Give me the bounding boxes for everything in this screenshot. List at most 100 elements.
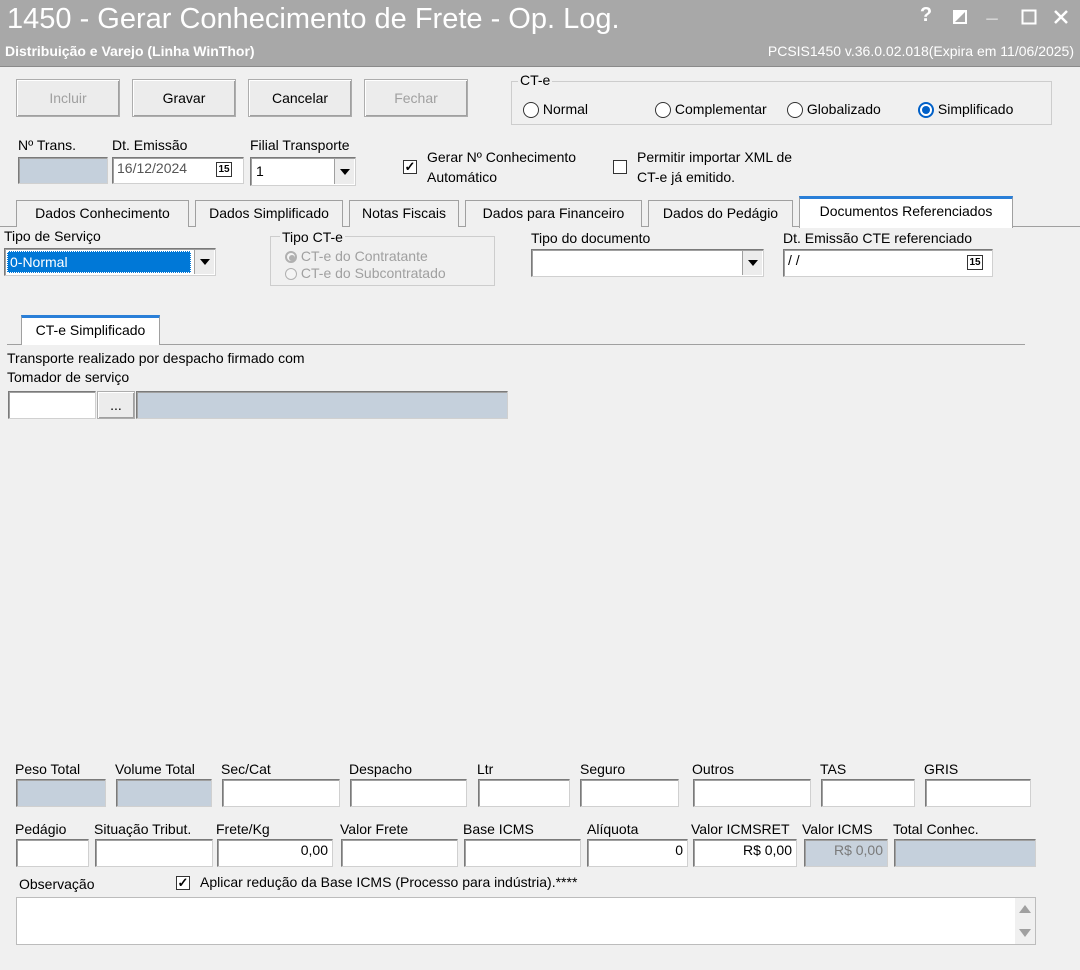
calendar-icon[interactable]: 15 [967,255,983,270]
fechar-button[interactable]: Fechar [364,79,468,117]
peso-total-field[interactable] [16,779,106,807]
radio-complementar[interactable]: Complementar [655,101,767,119]
valor-frete-label: Valor Frete [340,821,409,837]
tab-dados-financeiro[interactable]: Dados para Financeiro [465,200,642,227]
total-conhec-label: Total Conhec. [893,821,979,837]
restore-icon[interactable] [949,8,971,31]
radio-simplificado[interactable]: Simplificado [918,101,1013,119]
observacao-scrollbar[interactable] [1015,898,1035,944]
ltr-label: Ltr [477,761,494,777]
tomador-code-field[interactable] [8,391,96,419]
frete-kg-field[interactable]: 0,00 [217,839,333,867]
help-button[interactable]: ? [915,4,937,27]
radio-icon [655,102,671,119]
valor-frete-field[interactable] [341,839,458,867]
gris-field[interactable] [925,779,1031,807]
tipo-documento-label: Tipo do documento [531,230,651,246]
tas-label: TAS [820,761,847,777]
radio-icon [285,268,297,281]
pedagio-field[interactable] [16,839,89,867]
scroll-up-icon[interactable] [1019,905,1031,913]
tas-field[interactable] [821,779,915,807]
chevron-down-icon[interactable] [742,251,762,275]
tipo-documento-combo[interactable] [531,249,764,277]
tab-dados-conhecimento[interactable]: Dados Conhecimento [16,200,189,227]
observacao-label: Observação [19,876,95,892]
filial-value: 1 [256,163,264,179]
incluir-button[interactable]: Incluir [16,79,120,117]
permitir-label-1: Permitir importar XML de [637,149,793,165]
scroll-down-icon[interactable] [1019,929,1031,937]
aliquota-label: Alíquota [587,821,639,837]
window-subtitle: Distribuição e Varejo (Linha WinThor) [5,43,255,59]
observacao-field[interactable] [16,897,1036,945]
filial-label: Filial Transporte [250,137,350,153]
radio-globalizado[interactable]: Globalizado [787,101,881,119]
radio-icon [523,102,539,119]
volume-total-field[interactable] [116,779,212,807]
radio-selected-icon [285,251,297,264]
permitir-checkbox[interactable] [613,160,627,174]
maximize-icon[interactable] [1018,8,1040,31]
aliquota-field[interactable]: 0 [587,839,688,867]
radio-cte-subcontratado[interactable]: CT-e do Subcontratado [285,265,446,281]
situacao-tribut-label: Situação Tribut. [94,821,192,837]
frete-kg-label: Frete/Kg [216,821,270,837]
situacao-tribut-field[interactable] [95,839,213,867]
window-title: 1450 - Gerar Conhecimento de Frete - Op.… [7,3,620,35]
tab-notas-fiscais[interactable]: Notas Fiscais [349,200,459,227]
ltr-field[interactable] [478,779,570,807]
gerar-label-1: Gerar Nº Conhecimento [427,149,577,165]
radio-normal[interactable]: Normal [523,101,588,119]
tipo-servico-label: Tipo de Serviço [4,228,101,244]
tab-dados-pedagio[interactable]: Dados do Pedágio [648,200,793,227]
filial-combo[interactable]: 1 [250,157,356,186]
calendar-icon[interactable]: 15 [216,162,232,177]
chevron-down-icon[interactable] [334,159,354,184]
despacho-label: Despacho [349,761,413,777]
peso-total-label: Peso Total [15,761,81,777]
tab-dados-simplificado[interactable]: Dados Simplificado [195,200,343,227]
total-conhec-field[interactable] [894,839,1036,867]
valor-icms-field[interactable]: R$ 0,00 [804,839,888,867]
aplicar-checkbox[interactable]: ✓ [176,876,190,890]
tab-documentos-referenciados[interactable]: Documentos Referenciados [799,196,1013,228]
gris-label: GRIS [924,761,959,777]
radio-cte-contratante[interactable]: CT-e do Contratante [285,248,428,264]
despacho-field[interactable] [350,779,467,807]
cancelar-button[interactable]: Cancelar [248,79,352,117]
tab-cte-simplificado[interactable]: CT-e Simplificado [21,315,160,345]
base-icms-label: Base ICMS [463,821,534,837]
cte-group-label: CT-e [518,72,553,88]
tipo-cte-label: Tipo CT-e [280,229,345,245]
base-icms-field[interactable] [464,839,581,867]
gerar-checkbox[interactable]: ✓ [403,160,417,174]
valor-icms-label: Valor ICMS [802,821,873,837]
window-version: PCSIS1450 v.36.0.02.018(Expira em 11/06/… [767,43,1074,59]
pedagio-label: Pedágio [15,821,67,837]
close-icon[interactable] [1050,8,1072,31]
ntrans-field[interactable] [18,157,108,184]
valor-icmsret-field[interactable]: R$ 0,00 [693,839,797,867]
radio-selected-icon [918,102,934,119]
outros-label: Outros [692,761,735,777]
tomador-desc-field[interactable] [136,391,508,419]
chevron-down-icon[interactable] [194,250,214,274]
volume-total-label: Volume Total [115,761,195,777]
gravar-button[interactable]: Gravar [132,79,236,117]
transporte-label-2: Tomador de serviço [7,369,130,385]
outros-field[interactable] [693,779,811,807]
tipo-servico-combo[interactable]: 0-Normal [4,248,216,276]
permitir-label-2: CT-e já emitido. [637,169,736,185]
gerar-label-2: Automático [427,169,498,185]
title-bar: 1450 - Gerar Conhecimento de Frete - Op.… [0,0,1080,66]
ntrans-label: Nº Trans. [18,137,77,153]
dt-emissao-ref-field[interactable]: / / [783,249,993,277]
valor-icmsret-label: Valor ICMSRET [691,821,790,837]
minimize-button[interactable]: _ [981,0,1003,23]
seguro-field[interactable] [580,779,679,807]
dt-emissao-ref-label: Dt. Emissão CTE referenciado [783,230,973,246]
sec-cat-field[interactable] [222,779,340,807]
tomador-search-button[interactable]: ... [97,391,135,419]
aplicar-label: Aplicar redução da Base ICMS (Processo p… [200,874,578,890]
